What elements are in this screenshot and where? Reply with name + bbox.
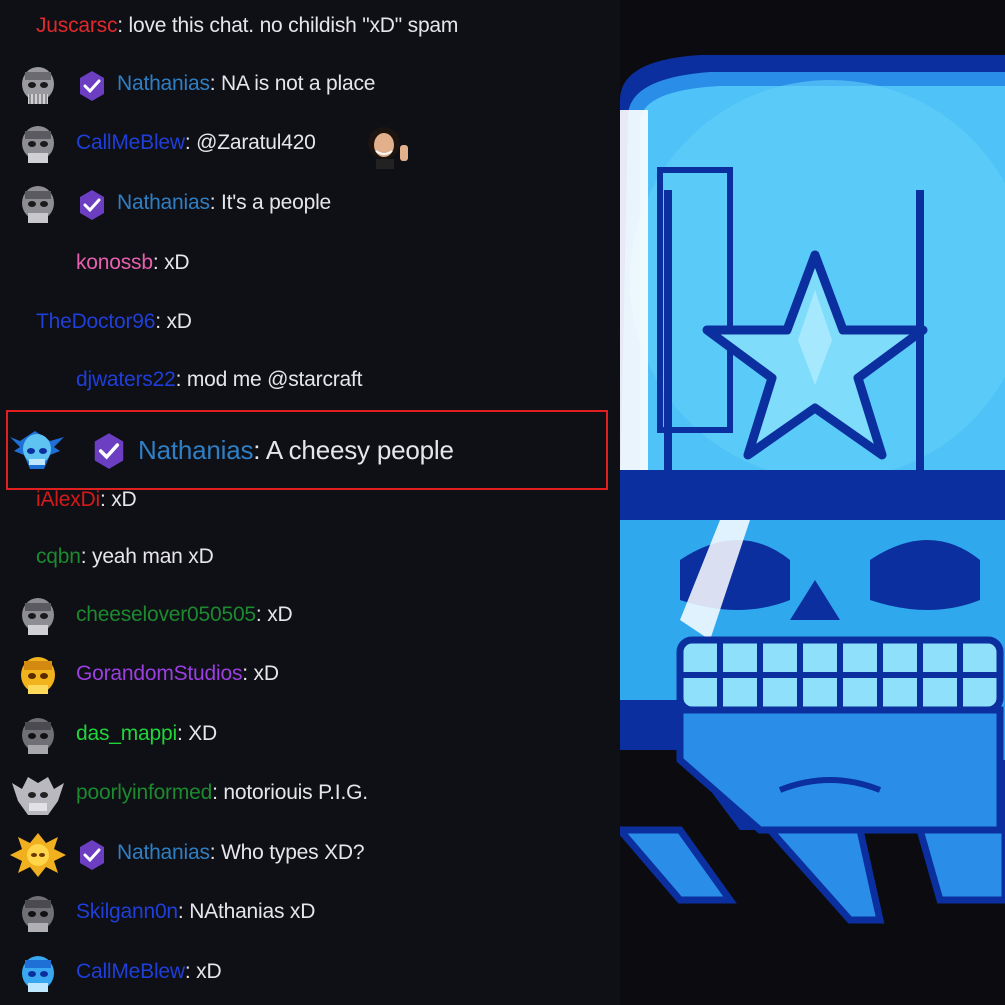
chat-text: NA is not a place bbox=[215, 72, 376, 95]
chat-username[interactable]: Nathanias bbox=[117, 841, 210, 864]
chat-text: yeah man xD bbox=[86, 545, 214, 568]
chat-username[interactable]: das_mappi bbox=[76, 722, 177, 745]
skull-avatar-icon bbox=[22, 126, 54, 163]
skull-avatar-icon bbox=[22, 67, 54, 104]
chat-username[interactable]: CallMeBlew bbox=[76, 131, 185, 154]
chat-message: CallMeBlew: xD bbox=[0, 946, 620, 1002]
chat-username[interactable]: Skilgann0n bbox=[76, 900, 178, 923]
chat-username[interactable]: iAlexDi bbox=[36, 488, 100, 511]
chat-text: xD bbox=[261, 603, 293, 626]
chat-message: Nathanias: NA is not a place bbox=[0, 58, 620, 114]
verified-badge-icon bbox=[94, 433, 124, 469]
chat-text: mod me @starcraft bbox=[181, 368, 363, 391]
silver-skull-avatar-icon bbox=[12, 777, 64, 815]
chat-message: CallMeBlew: @Zaratul420 bbox=[0, 117, 620, 173]
chat-message: GorandomStudios: xD bbox=[0, 648, 620, 704]
chat-text: love this chat. no childish "xD" spam bbox=[122, 14, 459, 37]
chat-username[interactable]: Juscarsc bbox=[36, 14, 117, 37]
chat-message: Skilgann0n: NAthanias xD bbox=[0, 886, 620, 942]
chat-text: xD bbox=[190, 960, 222, 983]
chat-text: It's a people bbox=[215, 191, 332, 214]
chat-panel: Juscarsc: love this chat. no childish "x… bbox=[0, 0, 620, 1005]
chat-message: Nathanias: It's a people bbox=[0, 177, 620, 233]
chat-username[interactable]: Nathanias bbox=[117, 191, 210, 214]
blue-skull-star-helmet-icon bbox=[620, 0, 1005, 1005]
chat-username[interactable]: konossb bbox=[76, 251, 153, 274]
chat-username[interactable]: djwaters22 bbox=[76, 368, 176, 391]
chat-text: Who types XD? bbox=[215, 841, 365, 864]
chat-text: NAthanias xD bbox=[183, 900, 316, 923]
chat-message: Juscarsc: love this chat. no childish "x… bbox=[0, 0, 620, 56]
verified-badge-icon bbox=[80, 840, 104, 870]
chat-username[interactable]: GorandomStudios bbox=[76, 662, 242, 685]
chat-username[interactable]: TheDoctor96 bbox=[36, 310, 155, 333]
chat-message: cqbn: yeah man xD bbox=[0, 531, 620, 587]
chat-text: notoriouis P.I.G. bbox=[217, 781, 368, 804]
chat-text: xD bbox=[247, 662, 279, 685]
chat-text: xD bbox=[105, 488, 137, 511]
chat-message: konossb: xD bbox=[0, 237, 620, 293]
chat-message: djwaters22: mod me @starcraft bbox=[0, 354, 620, 410]
chat-message: das_mappi: XD bbox=[0, 708, 620, 764]
chat-message: poorlyinformed: notoriouis P.I.G. bbox=[0, 767, 620, 823]
chat-message: iAlexDi: xD bbox=[0, 474, 620, 530]
skull-avatar-icon bbox=[22, 598, 54, 635]
skull-avatar-icon bbox=[22, 718, 54, 754]
artwork-panel bbox=[620, 0, 1005, 1005]
chat-username[interactable]: cqbn bbox=[36, 545, 81, 568]
chat-username[interactable]: poorlyinformed bbox=[76, 781, 212, 804]
blue-skull-avatar-icon bbox=[22, 956, 54, 992]
skull-avatar-icon bbox=[22, 186, 54, 223]
chat-username[interactable]: CallMeBlew bbox=[76, 960, 185, 983]
chat-text: @Zaratul420 bbox=[190, 131, 316, 154]
chat-text: A cheesy people bbox=[260, 435, 454, 465]
chat-username[interactable]: cheeselover050505 bbox=[76, 603, 256, 626]
skull-avatar-icon bbox=[22, 896, 54, 932]
gold-skull-avatar-icon bbox=[21, 657, 55, 694]
blue-skull-avatar-icon bbox=[10, 431, 64, 469]
gold-crest-avatar-icon bbox=[10, 833, 66, 877]
waving-woman-emote-icon bbox=[368, 127, 408, 169]
chat-username[interactable]: Nathanias bbox=[138, 435, 253, 465]
chat-message: cheeselover050505: xD bbox=[0, 589, 620, 645]
chat-text: xD bbox=[160, 310, 192, 333]
chat-text: XD bbox=[182, 722, 217, 745]
verified-badge-icon bbox=[80, 190, 104, 220]
chat-message: Nathanias: Who types XD? bbox=[0, 827, 620, 883]
chat-username[interactable]: Nathanias bbox=[117, 72, 210, 95]
chat-message: TheDoctor96: xD bbox=[0, 296, 620, 352]
chat-text: xD bbox=[158, 251, 190, 274]
verified-badge-icon bbox=[80, 71, 104, 101]
